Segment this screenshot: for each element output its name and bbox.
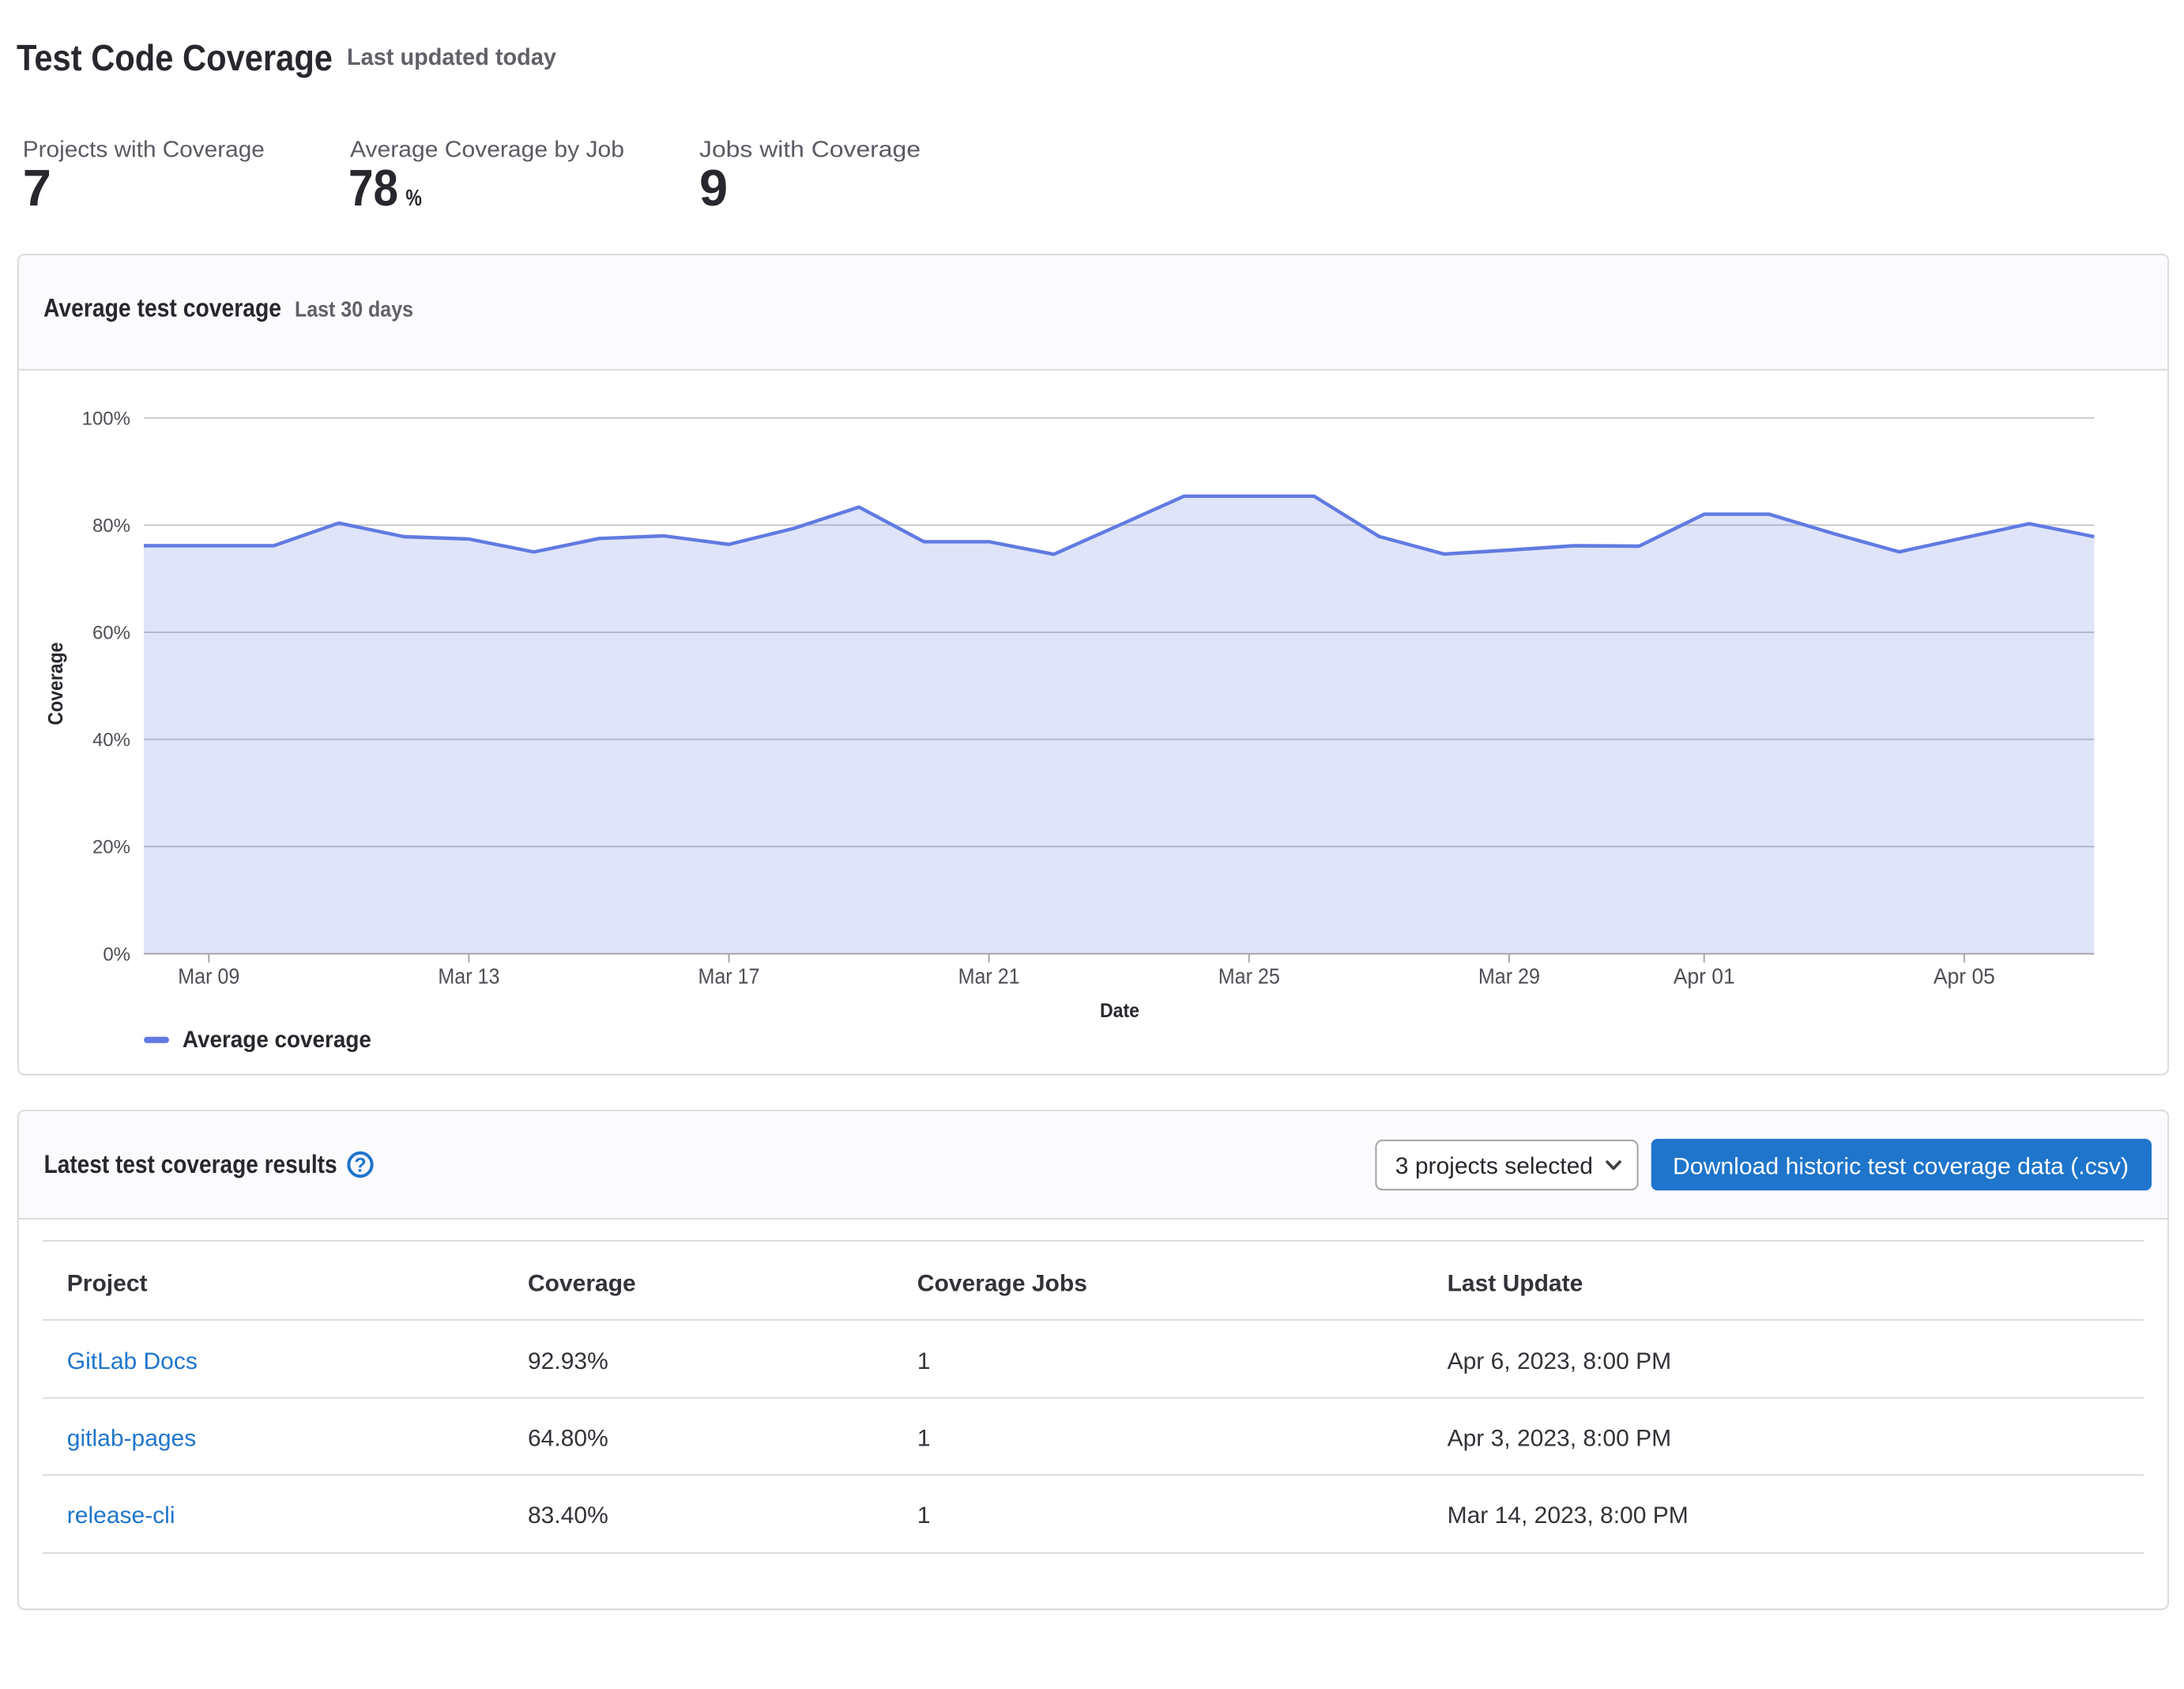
svg-text:Last Update: Last Update	[1448, 1270, 1583, 1296]
svg-text:Mar 25: Mar 25	[1218, 964, 1280, 989]
svg-text:Apr 6, 2023, 8:00 PM: Apr 6, 2023, 8:00 PM	[1448, 1348, 1672, 1374]
svg-text:Apr 05: Apr 05	[1934, 964, 1995, 989]
svg-text:Mar 14, 2023, 8:00 PM: Mar 14, 2023, 8:00 PM	[1448, 1502, 1689, 1529]
svg-text:92.93%: 92.93%	[528, 1348, 608, 1374]
svg-text:Apr 01: Apr 01	[1674, 964, 1735, 989]
svg-text:Average coverage: Average coverage	[183, 1027, 371, 1053]
svg-text:Last 30 days: Last 30 days	[295, 297, 413, 322]
svg-text:3 projects selected: 3 projects selected	[1395, 1153, 1593, 1179]
svg-text:1: 1	[917, 1426, 931, 1452]
svg-text:release-cli: release-cli	[67, 1502, 175, 1529]
svg-text:20%: 20%	[92, 837, 130, 858]
svg-text:Mar 09: Mar 09	[178, 964, 239, 989]
svg-text:40%: 40%	[92, 730, 130, 751]
svg-text:Mar 17: Mar 17	[699, 964, 760, 989]
svg-text:Test Code Coverage: Test Code Coverage	[17, 37, 333, 78]
svg-text:0%: 0%	[103, 944, 130, 965]
svg-text:78: 78	[348, 159, 398, 217]
svg-text:Mar 21: Mar 21	[958, 964, 1020, 989]
svg-text:9: 9	[699, 159, 728, 217]
svg-text:Coverage: Coverage	[43, 643, 67, 726]
svg-text:Coverage: Coverage	[528, 1270, 636, 1296]
svg-text:1: 1	[917, 1502, 931, 1529]
svg-text:Latest test coverage results: Latest test coverage results	[44, 1150, 337, 1178]
svg-text:Apr 3, 2023, 8:00 PM: Apr 3, 2023, 8:00 PM	[1448, 1426, 1672, 1452]
svg-text:7: 7	[23, 159, 51, 217]
svg-text:60%: 60%	[92, 623, 130, 644]
svg-text:Mar 13: Mar 13	[438, 964, 499, 989]
svg-text:gitlab-pages: gitlab-pages	[67, 1426, 196, 1452]
svg-text:1: 1	[917, 1348, 931, 1374]
svg-text:Coverage Jobs: Coverage Jobs	[917, 1270, 1087, 1296]
svg-text:Last updated today: Last updated today	[347, 44, 556, 70]
svg-text:Projects with Coverage: Projects with Coverage	[23, 138, 265, 163]
svg-text:Average test coverage: Average test coverage	[43, 294, 281, 322]
svg-text:83.40%: 83.40%	[528, 1502, 608, 1529]
svg-text:Date: Date	[1100, 1000, 1139, 1022]
svg-text:Download historic test coverag: Download historic test coverage data (.c…	[1673, 1154, 2129, 1180]
svg-text:80%: 80%	[92, 515, 130, 537]
svg-text:64.80%: 64.80%	[528, 1426, 608, 1452]
svg-text:?: ?	[354, 1155, 366, 1177]
svg-text:100%: 100%	[82, 408, 130, 429]
svg-text:Mar 29: Mar 29	[1478, 964, 1540, 989]
svg-text:Jobs with Coverage: Jobs with Coverage	[699, 138, 921, 163]
svg-text:%: %	[405, 186, 422, 211]
svg-text:GitLab Docs: GitLab Docs	[67, 1348, 198, 1374]
svg-text:Project: Project	[67, 1270, 148, 1296]
